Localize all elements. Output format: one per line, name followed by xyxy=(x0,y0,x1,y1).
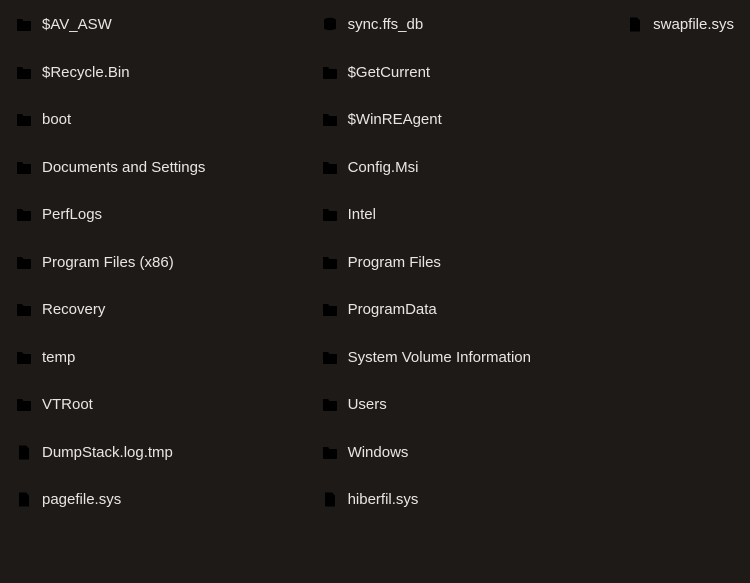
folder-icon xyxy=(322,65,338,80)
item-label: PerfLogs xyxy=(42,205,102,225)
folder-icon xyxy=(16,207,32,222)
list-item[interactable]: Users xyxy=(316,394,612,416)
item-label: Documents and Settings xyxy=(42,158,205,178)
list-item[interactable]: $Recycle.Bin xyxy=(10,62,306,84)
item-label: Config.Msi xyxy=(348,158,419,178)
file-grid: $AV_ASW $Recycle.Bin boot Documents and … xyxy=(10,14,740,511)
list-item[interactable]: sync.ffs_db xyxy=(316,14,612,36)
list-item[interactable]: pagefile.sys xyxy=(10,489,306,511)
item-label: $Recycle.Bin xyxy=(42,63,130,83)
item-label: pagefile.sys xyxy=(42,490,121,510)
item-label: Program Files (x86) xyxy=(42,253,174,273)
item-label: Windows xyxy=(348,443,409,463)
list-item[interactable]: Program Files (x86) xyxy=(10,252,306,274)
list-item[interactable]: System Volume Information xyxy=(316,347,612,369)
list-item[interactable]: $AV_ASW xyxy=(10,14,306,36)
list-item[interactable]: Intel xyxy=(316,204,612,226)
item-label: DumpStack.log.tmp xyxy=(42,443,173,463)
folder-icon xyxy=(322,350,338,365)
file-icon xyxy=(16,445,32,460)
item-label: System Volume Information xyxy=(348,348,531,368)
item-label: Recovery xyxy=(42,300,105,320)
folder-icon xyxy=(322,397,338,412)
list-item[interactable]: hiberfil.sys xyxy=(316,489,612,511)
item-label: swapfile.sys xyxy=(653,15,734,35)
file-icon xyxy=(627,17,643,32)
folder-icon xyxy=(16,160,32,175)
list-item[interactable]: swapfile.sys xyxy=(621,14,740,36)
list-item[interactable]: $WinREAgent xyxy=(316,109,612,131)
list-item[interactable]: Program Files xyxy=(316,252,612,274)
item-label: Users xyxy=(348,395,387,415)
item-label: Intel xyxy=(348,205,376,225)
database-sync-icon xyxy=(322,17,338,32)
folder-icon xyxy=(16,302,32,317)
folder-icon xyxy=(16,17,32,32)
item-label: temp xyxy=(42,348,75,368)
list-item[interactable]: PerfLogs xyxy=(10,204,306,226)
item-label: VTRoot xyxy=(42,395,93,415)
folder-icon xyxy=(322,302,338,317)
file-icon xyxy=(16,492,32,507)
list-item[interactable]: Config.Msi xyxy=(316,157,612,179)
list-item[interactable]: temp xyxy=(10,347,306,369)
item-label: Program Files xyxy=(348,253,441,273)
list-item[interactable]: boot xyxy=(10,109,306,131)
folder-icon xyxy=(16,65,32,80)
folder-icon xyxy=(322,112,338,127)
item-label: $WinREAgent xyxy=(348,110,442,130)
folder-icon xyxy=(322,160,338,175)
list-item[interactable]: Documents and Settings xyxy=(10,157,306,179)
item-label: $AV_ASW xyxy=(42,15,112,35)
folder-icon xyxy=(322,255,338,270)
folder-icon xyxy=(16,112,32,127)
folder-icon xyxy=(16,397,32,412)
item-label: ProgramData xyxy=(348,300,437,320)
item-label: boot xyxy=(42,110,71,130)
folder-icon xyxy=(16,350,32,365)
list-item[interactable]: ProgramData xyxy=(316,299,612,321)
file-icon xyxy=(322,492,338,507)
list-item[interactable]: $GetCurrent xyxy=(316,62,612,84)
list-item[interactable]: DumpStack.log.tmp xyxy=(10,442,306,464)
item-label: hiberfil.sys xyxy=(348,490,419,510)
item-label: sync.ffs_db xyxy=(348,15,424,35)
list-item[interactable]: Windows xyxy=(316,442,612,464)
list-item[interactable]: Recovery xyxy=(10,299,306,321)
list-item[interactable]: VTRoot xyxy=(10,394,306,416)
item-label: $GetCurrent xyxy=(348,63,431,83)
folder-icon xyxy=(16,255,32,270)
folder-icon xyxy=(322,207,338,222)
folder-icon xyxy=(322,445,338,460)
